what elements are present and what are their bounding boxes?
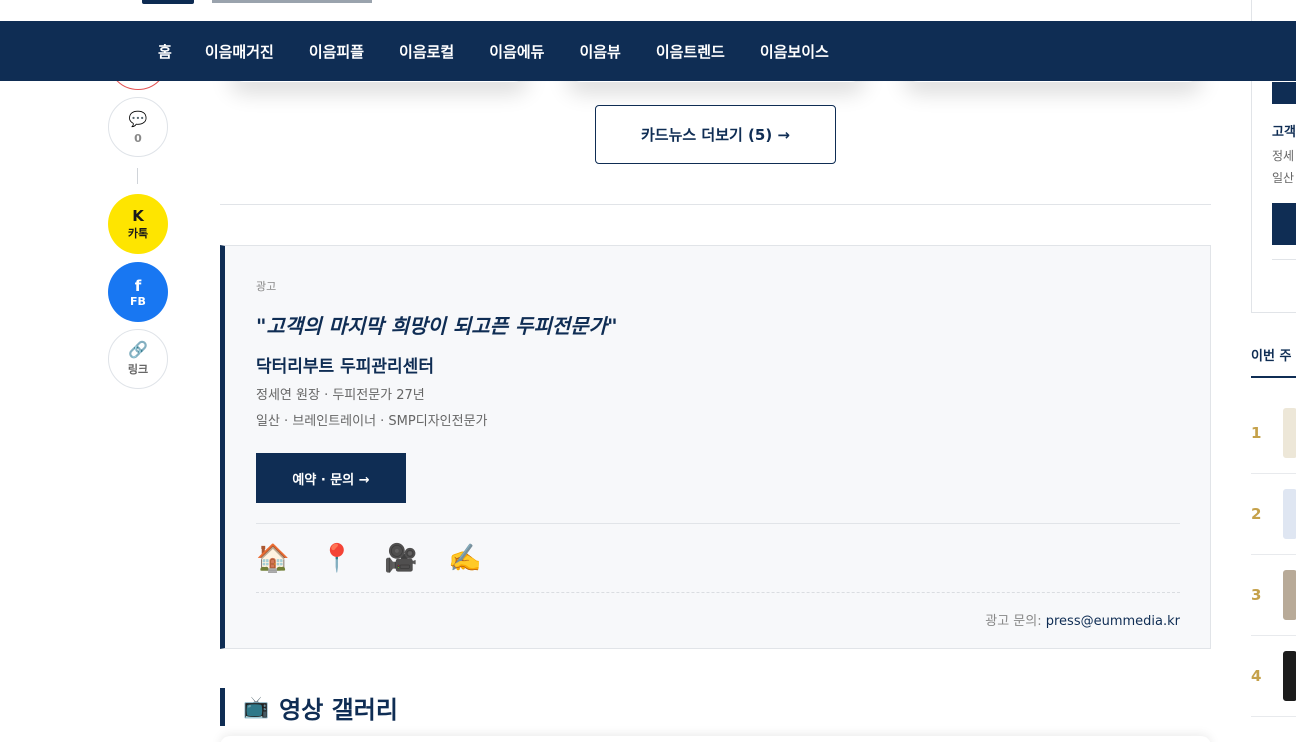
ad-box: 광고 "고객의 마지막 희망이 되고픈 두피전문가" 닥터리부트 두피관리센터 …	[220, 245, 1211, 649]
copy-link-button[interactable]: 🔗 링크	[108, 329, 168, 389]
sidebar-ad-title: 고객	[1272, 125, 1296, 140]
header-tagline	[212, 0, 372, 3]
list-item[interactable]: 2	[1251, 474, 1296, 555]
location-pin-icon[interactable]: 📍	[320, 542, 384, 576]
video-gallery-title: 영상 갤러리	[279, 695, 398, 724]
article-thumbnail	[1283, 651, 1296, 701]
more-cardnews-button[interactable]: 카드뉴스 더보기 (5) →	[595, 105, 836, 164]
sidebar-ad-line-2: 일산	[1272, 171, 1295, 185]
nav-item-view[interactable]: 이음뷰	[579, 41, 620, 62]
ad-description-1: 정세연 원장 · 두피전문가 27년	[256, 388, 425, 403]
ad-dashed-divider	[256, 592, 1180, 593]
article-thumbnail	[1283, 408, 1296, 458]
share-facebook-label: FB	[130, 294, 146, 308]
ad-contact-label: 광고 문의:	[985, 614, 1042, 629]
nav-item-edu[interactable]: 이음에듀	[489, 41, 544, 62]
link-icon: 🔗	[128, 340, 148, 359]
ad-contact: 광고 문의: press@eummedia.kr	[985, 610, 1180, 629]
comment-icon: 💬	[128, 109, 148, 128]
ad-business-name: 닥터리부트 두피관리센터	[256, 357, 434, 377]
logo[interactable]	[142, 0, 194, 4]
article-thumbnail	[1283, 570, 1296, 620]
section-divider	[220, 204, 1211, 205]
home-icon[interactable]: 🏠	[256, 542, 320, 576]
main-nav: 홈 이음매거진 이음피플 이음로컬 이음에듀 이음뷰 이음트렌드 이음보이스	[0, 21, 1296, 81]
video-gallery-heading: 📺 영상 갤러리	[220, 688, 398, 726]
list-item[interactable]: 3	[1251, 555, 1296, 636]
nav-item-voice[interactable]: 이음보이스	[760, 41, 829, 62]
video-gallery-card	[220, 736, 1211, 742]
list-item[interactable]: 4	[1251, 636, 1296, 717]
rank-number: 2	[1251, 505, 1262, 523]
share-facebook-button[interactable]: f FB	[108, 262, 168, 322]
ad-link-icons: 🏠 📍 🎥 ✍️	[256, 542, 512, 576]
nav-item-people[interactable]: 이음피플	[309, 41, 364, 62]
nav-item-home[interactable]: 홈	[158, 41, 172, 62]
nav-item-local[interactable]: 이음로컬	[399, 41, 454, 62]
ad-contact-email[interactable]: press@eummedia.kr	[1046, 614, 1180, 629]
rank-number: 3	[1251, 586, 1262, 604]
sidebar-ad-button[interactable]	[1272, 203, 1296, 245]
writing-icon[interactable]: ✍️	[448, 542, 512, 576]
share-divider	[137, 168, 138, 184]
kakao-icon: K	[132, 207, 144, 225]
rank-number: 4	[1251, 667, 1262, 685]
ad-quote: "고객의 마지막 희망이 되고픈 두피전문가"	[256, 314, 618, 338]
share-kakao-label: 카톡	[127, 227, 149, 240]
facebook-icon: f	[134, 276, 142, 295]
nav-item-trend[interactable]: 이음트렌드	[656, 41, 725, 62]
video-camera-icon[interactable]: 🎥	[384, 542, 448, 576]
comment-button[interactable]: 💬 0	[108, 97, 168, 157]
rank-number: 1	[1251, 424, 1262, 442]
list-item[interactable]: 1	[1251, 393, 1296, 474]
ad-divider	[256, 523, 1180, 524]
weekly-popular-underline	[1251, 376, 1296, 378]
tv-icon: 📺	[243, 694, 270, 719]
sidebar-ad-banner[interactable]	[1272, 82, 1296, 104]
share-kakao-button[interactable]: K 카톡	[108, 194, 168, 254]
article-thumbnail	[1283, 489, 1296, 539]
header-top-strip	[0, 0, 1296, 21]
nav-item-magazine[interactable]: 이음매거진	[205, 41, 274, 62]
ad-description-2: 일산 · 브레인트레이너 · SMP디자인전문가	[256, 414, 488, 429]
sidebar-divider	[1272, 259, 1296, 260]
ad-booking-button[interactable]: 예약 · 문의 →	[256, 453, 406, 503]
comment-count: 0	[134, 131, 142, 145]
ad-label: 광고	[256, 280, 277, 293]
page: 홈 이음매거진 이음피플 이음로컬 이음에듀 이음뷰 이음트렌드 이음보이스 💬…	[0, 0, 1296, 742]
sidebar-ad-line-1: 정세	[1272, 149, 1295, 163]
copy-link-label: 링크	[127, 363, 149, 376]
weekly-popular-title: 이번 주	[1251, 349, 1292, 364]
